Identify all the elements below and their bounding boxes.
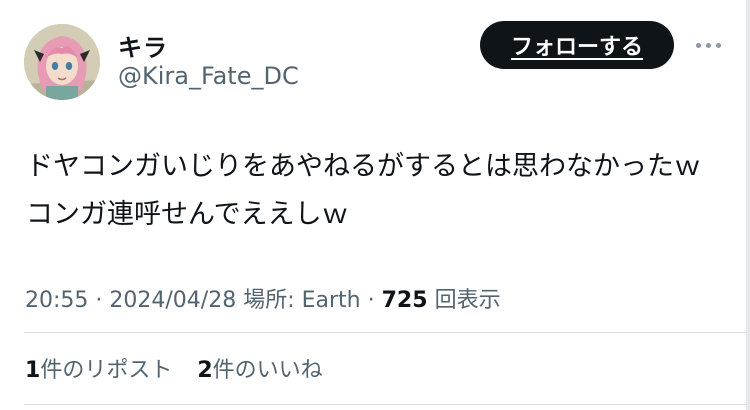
engagement-stats: 1件のリポスト 2件のいいね — [25, 352, 323, 384]
divider — [24, 404, 750, 405]
avatar[interactable] — [24, 24, 100, 100]
more-dot — [705, 42, 711, 48]
scroll-edge — [746, 0, 750, 410]
reposts-label: 件のリポスト — [40, 358, 173, 383]
more-dot — [695, 42, 701, 48]
tweet-line: コンガ連呼せんでええしｗ — [26, 199, 349, 230]
user-handle[interactable]: @Kira_Fate_DC — [118, 62, 299, 90]
follow-button[interactable]: フォローする — [480, 21, 674, 69]
tweet-meta: 20:55 · 2024/04/28 場所: Earth · 725 回表示 — [25, 282, 501, 314]
meta-separator: · — [367, 288, 382, 313]
divider — [24, 332, 750, 333]
display-name[interactable]: キラ — [118, 28, 168, 63]
views-count: 725 — [381, 288, 428, 313]
views-label: 回表示 — [434, 288, 501, 313]
more-dot — [715, 42, 721, 48]
tweet-time[interactable]: 20:55 — [25, 288, 88, 313]
likes-count: 2 — [197, 358, 213, 383]
tweet-line: ドヤコンガいじりをあやねるがするとは思わなかったｗ — [26, 151, 701, 182]
likes-label: 件のいいね — [212, 358, 323, 383]
more-options-icon[interactable] — [690, 30, 726, 60]
tweet-date[interactable]: 2024/04/28 — [109, 288, 236, 313]
likes-link[interactable]: 2件のいいね — [197, 358, 322, 383]
anime-character-avatar-icon — [24, 24, 100, 100]
tweet-location: 場所: Earth — [243, 288, 361, 313]
reposts-link[interactable]: 1件のリポスト — [25, 358, 172, 383]
reposts-count: 1 — [25, 358, 41, 383]
meta-separator: · — [95, 288, 110, 313]
tweet-text: ドヤコンガいじりをあやねるがするとは思わなかったｗ コンガ連呼せんでええしｗ — [26, 143, 726, 239]
